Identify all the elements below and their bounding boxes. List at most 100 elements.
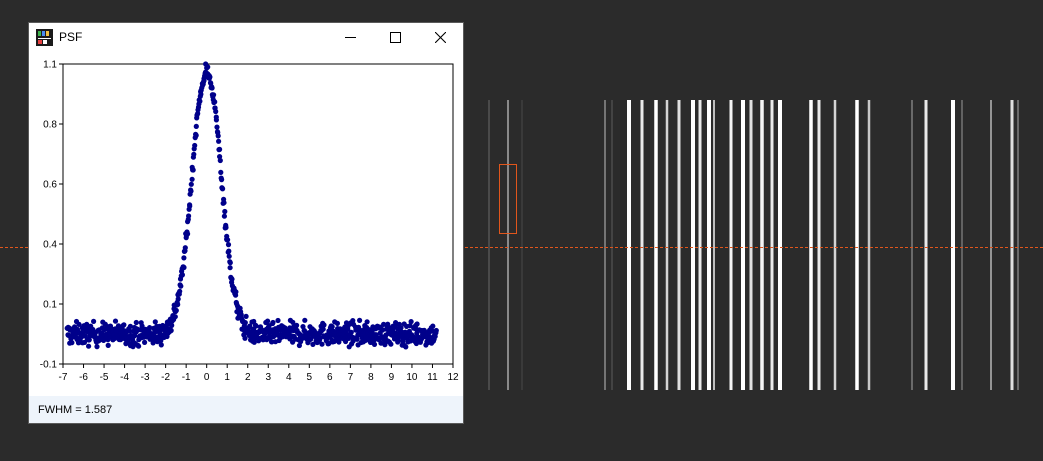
data-point bbox=[433, 327, 439, 334]
data-point bbox=[178, 283, 184, 289]
x-tick-label: 2 bbox=[245, 372, 251, 383]
data-point bbox=[214, 124, 220, 130]
data-point bbox=[253, 323, 259, 329]
data-point bbox=[105, 342, 111, 348]
data-point bbox=[319, 341, 325, 347]
spectral-line bbox=[924, 100, 928, 390]
spectral-line bbox=[741, 100, 745, 390]
data-point bbox=[188, 188, 194, 194]
spectral-line bbox=[488, 100, 490, 390]
y-tick-label: 0.6 bbox=[43, 180, 57, 191]
data-point bbox=[221, 213, 227, 219]
data-point bbox=[357, 317, 363, 323]
title-bar[interactable]: PSF bbox=[29, 23, 463, 52]
psf-plot[interactable]: -7 -6 -5 -4 -3 -2 -1 0 1 2 3 4 5 6 7 8 9 10 11 121.10.80.60… bbox=[29, 52, 463, 396]
data-point bbox=[294, 322, 300, 328]
y-tick-label: 0.8 bbox=[43, 120, 57, 131]
x-tick-label: 9 bbox=[389, 372, 395, 383]
x-tick-label: -6 bbox=[79, 372, 88, 383]
psf-window[interactable]: PSF -7 -6 -5 -4 -3 -2 -1 0 1 2 3 4 5 6 7 8 9 10 11 12 1.1 0.8… bbox=[29, 23, 463, 423]
x-tick-label: -5 bbox=[100, 372, 109, 383]
data-point bbox=[186, 213, 192, 219]
spectral-line bbox=[627, 100, 631, 390]
data-point bbox=[177, 288, 183, 294]
data-point bbox=[69, 340, 75, 346]
status-bar: FWHM = 1.587 bbox=[29, 396, 463, 423]
data-point bbox=[191, 151, 197, 157]
spectral-line bbox=[654, 100, 658, 390]
data-point bbox=[430, 323, 436, 329]
minimize-icon bbox=[345, 37, 356, 38]
x-tick-label: 1 bbox=[224, 372, 230, 383]
data-point bbox=[216, 138, 222, 144]
spectral-line bbox=[604, 100, 606, 390]
spectral-line bbox=[665, 100, 669, 390]
spectral-line bbox=[729, 100, 733, 390]
spectral-line bbox=[817, 100, 821, 390]
data-point bbox=[364, 319, 370, 325]
maximize-button[interactable] bbox=[373, 23, 418, 52]
data-point bbox=[334, 320, 340, 326]
maximize-icon bbox=[390, 32, 401, 43]
spectral-line bbox=[867, 100, 871, 390]
data-point bbox=[414, 321, 420, 327]
data-point bbox=[218, 169, 224, 175]
data-point bbox=[222, 208, 228, 215]
x-tick-label: -3 bbox=[141, 372, 150, 383]
spectral-line bbox=[707, 100, 711, 390]
fwhm-readout: FWHM = 1.587 bbox=[38, 404, 113, 416]
data-point bbox=[226, 248, 232, 254]
data-point bbox=[188, 181, 194, 187]
x-tick-label: 6 bbox=[327, 372, 333, 383]
close-button[interactable] bbox=[418, 23, 463, 52]
data-point bbox=[212, 99, 218, 105]
data-point bbox=[213, 108, 219, 115]
y-tick-label: 0.4 bbox=[43, 240, 57, 251]
x-tick-label: 7 bbox=[348, 372, 354, 383]
data-point bbox=[408, 319, 414, 325]
y-tick-label: 0.1 bbox=[43, 300, 57, 311]
spectral-line bbox=[698, 100, 702, 390]
spectral-line bbox=[855, 100, 859, 390]
data-point bbox=[173, 307, 179, 314]
data-point bbox=[275, 317, 281, 324]
data-point bbox=[91, 318, 97, 324]
data-point bbox=[207, 74, 213, 80]
spectral-line bbox=[833, 100, 837, 390]
data-point bbox=[197, 98, 203, 104]
data-point bbox=[226, 253, 232, 259]
data-point bbox=[181, 255, 187, 261]
x-tick-label: 11 bbox=[427, 372, 438, 383]
data-point bbox=[152, 319, 158, 325]
data-point bbox=[227, 260, 233, 266]
data-point bbox=[233, 289, 239, 295]
x-tick-label: 3 bbox=[265, 372, 271, 383]
spectral-line bbox=[611, 100, 613, 390]
data-point bbox=[142, 339, 148, 345]
spectral-line bbox=[677, 100, 681, 390]
y-tick-label: 1.1 bbox=[43, 60, 57, 71]
data-point bbox=[169, 322, 175, 328]
data-point bbox=[187, 203, 193, 209]
x-tick-label: 8 bbox=[368, 372, 374, 383]
data-point bbox=[227, 265, 233, 271]
data-point bbox=[321, 322, 327, 328]
x-tick-label: 4 bbox=[286, 372, 292, 383]
data-point bbox=[211, 92, 217, 98]
spectral-line bbox=[1017, 100, 1019, 390]
x-tick-label: -4 bbox=[120, 372, 129, 383]
data-point bbox=[182, 245, 188, 251]
spectral-line bbox=[760, 100, 764, 390]
data-point bbox=[205, 64, 211, 70]
minimize-button[interactable] bbox=[328, 23, 373, 52]
spectral-line bbox=[778, 100, 782, 390]
data-point bbox=[221, 200, 227, 206]
x-tick-label: 0 bbox=[204, 372, 210, 383]
data-point bbox=[243, 313, 249, 319]
spectral-line bbox=[749, 100, 753, 390]
data-point bbox=[213, 117, 219, 123]
data-point bbox=[209, 85, 215, 91]
data-point bbox=[215, 133, 221, 139]
data-point bbox=[225, 237, 231, 243]
data-point bbox=[217, 146, 223, 152]
